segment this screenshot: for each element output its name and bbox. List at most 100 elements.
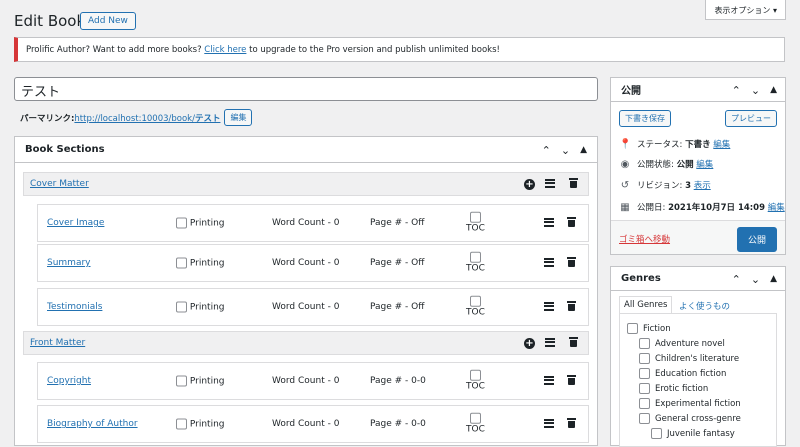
toc-label: TOC (466, 424, 485, 435)
toc-toggle: TOC (466, 369, 485, 393)
permalink-url[interactable]: http://localhost:10003/book/テスト (74, 112, 220, 124)
trash-icon[interactable] (567, 301, 576, 313)
move-to-trash-link[interactable]: ゴミ箱へ移動 (619, 233, 670, 245)
caret-up-icon[interactable]: ▲ (770, 85, 777, 95)
permalink-label: パーマリンク: (20, 113, 75, 124)
save-draft-button[interactable]: 下書き保存 (619, 110, 671, 127)
date-label: 公開日: (637, 203, 669, 213)
genre-checkbox[interactable] (639, 338, 650, 349)
word-count: Word Count - 0 (272, 258, 340, 268)
drag-handle-icon[interactable] (545, 177, 555, 191)
pin-icon: 📍 (619, 138, 632, 150)
genre-label: Experimental fiction (655, 398, 741, 409)
genre-label: Erotic fiction (655, 383, 709, 394)
add-section-icon[interactable]: + (524, 178, 535, 190)
printing-checkbox-wrap: Printing (176, 257, 225, 269)
genre-checkbox[interactable] (639, 398, 650, 409)
printing-checkbox[interactable] (176, 418, 187, 430)
genre-item: Children's literature (639, 353, 739, 364)
genre-item: Erotic fiction (639, 383, 708, 394)
genre-checkbox[interactable] (639, 368, 650, 379)
visibility-edit-link[interactable]: 編集 (696, 160, 713, 170)
revisions-link[interactable]: 表示 (694, 181, 711, 191)
printing-checkbox[interactable] (176, 375, 187, 387)
chevron-down-icon[interactable]: ⌄ (751, 273, 760, 286)
trash-icon[interactable] (567, 418, 576, 430)
caret-up-icon[interactable]: ▲ (770, 274, 777, 284)
section-name-link[interactable]: Testimonials (47, 302, 102, 312)
toc-checkbox[interactable] (469, 211, 481, 223)
printing-label: Printing (189, 376, 225, 387)
caret-up-icon[interactable]: ▲ (580, 145, 587, 155)
section-name-link[interactable]: Biography of Author (47, 419, 138, 429)
notice-text-before: Prolific Author? Want to add more books? (26, 45, 205, 55)
chevron-up-icon[interactable]: ⌃ (732, 273, 741, 286)
genre-item: General cross-genre (639, 413, 741, 424)
drag-handle-icon[interactable] (544, 256, 554, 270)
status-value: 下書き (685, 140, 711, 150)
eye-icon: ◉ (620, 158, 630, 170)
add-section-icon[interactable]: + (524, 337, 535, 349)
genre-checkbox[interactable] (639, 353, 650, 364)
publish-button[interactable]: 公開 (736, 227, 777, 252)
group-name-link[interactable]: Front Matter (30, 338, 85, 348)
toc-checkbox[interactable] (469, 369, 481, 381)
printing-label: Printing (189, 302, 225, 313)
section-group-front-matter: Front Matter + (23, 331, 589, 355)
section-name-link[interactable]: Summary (47, 258, 91, 268)
trash-icon[interactable] (569, 178, 578, 190)
permalink-url-prefix: http://localhost:10003/book/ (74, 113, 195, 124)
printing-label: Printing (189, 419, 225, 430)
toc-label: TOC (466, 263, 485, 274)
trash-icon[interactable] (567, 375, 576, 387)
trash-icon[interactable] (567, 257, 576, 269)
section-name-link[interactable]: Cover Image (47, 218, 104, 228)
genre-checkbox[interactable] (627, 323, 638, 334)
drag-handle-icon[interactable] (545, 336, 555, 350)
toc-checkbox[interactable] (469, 412, 481, 424)
drag-handle-icon[interactable] (544, 417, 554, 431)
drag-handle-icon[interactable] (544, 374, 554, 388)
genre-label: Juvenile fantasy (667, 428, 735, 439)
printing-checkbox[interactable] (176, 257, 187, 269)
genre-checkbox[interactable] (639, 413, 650, 424)
group-name-link[interactable]: Cover Matter (30, 179, 89, 189)
drag-handle-icon[interactable] (544, 216, 554, 230)
chevron-up-icon[interactable]: ⌃ (732, 84, 741, 97)
printing-checkbox-wrap: Printing (176, 301, 225, 313)
toc-checkbox[interactable] (469, 251, 481, 263)
chevron-up-icon[interactable]: ⌃ (542, 144, 551, 157)
toc-label: TOC (466, 381, 485, 392)
toc-toggle: TOC (466, 412, 485, 436)
calendar-icon: ▦ (620, 201, 630, 213)
printing-checkbox-wrap: Printing (176, 217, 225, 229)
tab-all-genres[interactable]: All Genres (619, 296, 673, 314)
publish-actions: ゴミ箱へ移動 公開 (611, 220, 785, 254)
section-name-link[interactable]: Copyright (47, 376, 91, 386)
chevron-down-icon[interactable]: ⌄ (561, 144, 570, 157)
upgrade-notice: Prolific Author? Want to add more books?… (14, 37, 785, 62)
printing-checkbox[interactable] (176, 217, 187, 229)
drag-handle-icon[interactable] (544, 300, 554, 314)
date-edit-link[interactable]: 編集 (768, 203, 785, 213)
toc-checkbox[interactable] (469, 295, 481, 307)
title-input[interactable]: テスト (14, 77, 598, 101)
trash-icon[interactable] (569, 337, 578, 349)
permalink-edit-button[interactable]: 編集 (224, 109, 253, 126)
section-row: Testimonials Printing Word Count - 0 Pag… (37, 288, 589, 326)
revisions-line: ↺ リビジョン: 3 表示 (619, 179, 711, 192)
printing-checkbox[interactable] (176, 301, 187, 313)
preview-button[interactable]: プレビュー (725, 110, 777, 127)
genre-checkbox[interactable] (651, 428, 662, 439)
screen-options-button[interactable]: 表示オプション ▾ (705, 0, 786, 20)
date-line: ▦ 公開日: 2021年10月7日 14:09 編集 (619, 201, 785, 214)
printing-label: Printing (189, 258, 225, 269)
chevron-down-icon[interactable]: ⌄ (751, 84, 760, 97)
genre-checkbox[interactable] (639, 383, 650, 394)
visibility-label: 公開状態: (637, 160, 677, 170)
word-count: Word Count - 0 (272, 419, 340, 429)
add-new-button[interactable]: Add New (80, 12, 136, 30)
trash-icon[interactable] (567, 217, 576, 229)
status-edit-link[interactable]: 編集 (713, 140, 730, 150)
notice-upgrade-link[interactable]: Click here (204, 45, 246, 55)
